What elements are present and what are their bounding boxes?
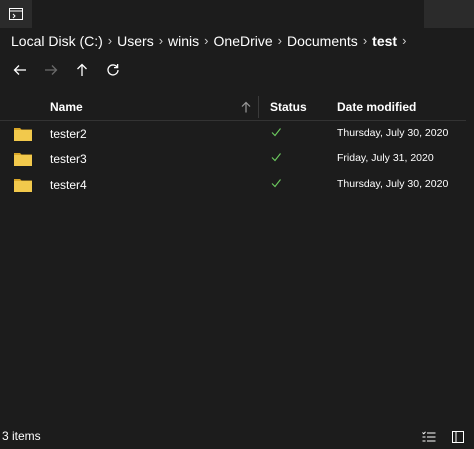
window-menu-button[interactable] — [0, 0, 32, 28]
refresh-button[interactable] — [103, 60, 123, 80]
file-name: tester4 — [50, 178, 87, 192]
tiles-view-button[interactable] — [448, 427, 468, 447]
breadcrumb-item[interactable]: winis — [168, 33, 199, 49]
chevron-right-icon[interactable]: › — [402, 33, 406, 48]
folder-icon — [14, 179, 32, 192]
file-name: tester2 — [50, 127, 87, 141]
chevron-right-icon[interactable]: › — [108, 33, 112, 48]
status-bar: 3 items — [0, 424, 474, 449]
title-bar — [0, 0, 474, 28]
breadcrumb-item[interactable]: Local Disk (C:) — [11, 33, 103, 49]
synced-check-icon — [271, 128, 281, 137]
sort-ascending-icon[interactable] — [240, 101, 252, 113]
column-header-status[interactable]: Status — [270, 100, 307, 114]
file-row[interactable]: tester3 Friday, July 31, 2020 — [0, 147, 466, 171]
column-header-date[interactable]: Date modified — [337, 100, 416, 114]
column-divider[interactable] — [258, 96, 259, 118]
details-view-button[interactable] — [419, 427, 439, 447]
tiles-view-icon — [452, 431, 464, 443]
file-row[interactable]: tester2 Thursday, July 30, 2020 — [0, 122, 466, 146]
chevron-right-icon[interactable]: › — [278, 33, 282, 48]
arrow-right-icon — [45, 65, 58, 75]
navigation-bar — [10, 60, 134, 80]
arrow-left-icon — [13, 65, 26, 75]
column-header-row: Name Status Date modified — [0, 96, 466, 118]
file-date: Thursday, July 30, 2020 — [337, 178, 449, 190]
folder-icon — [14, 153, 32, 166]
details-view-icon — [422, 431, 436, 442]
refresh-icon — [107, 64, 119, 76]
title-bar-button[interactable] — [424, 0, 474, 28]
breadcrumb-item[interactable]: Documents — [287, 33, 358, 49]
up-button[interactable] — [72, 60, 92, 80]
column-header-name[interactable]: Name — [50, 100, 83, 114]
chevron-right-icon[interactable]: › — [204, 33, 208, 48]
back-button[interactable] — [10, 60, 30, 80]
breadcrumb-item[interactable]: OneDrive — [214, 33, 273, 49]
file-date: Thursday, July 30, 2020 — [337, 127, 449, 139]
file-row[interactable]: tester4 Thursday, July 30, 2020 — [0, 173, 466, 197]
forward-button[interactable] — [41, 60, 61, 80]
folder-icon — [14, 128, 32, 141]
synced-check-icon — [271, 153, 281, 162]
header-divider — [0, 120, 466, 121]
synced-check-icon — [271, 179, 281, 188]
file-date: Friday, July 31, 2020 — [337, 152, 434, 164]
chevron-right-icon[interactable]: › — [363, 33, 367, 48]
breadcrumb-current[interactable]: test — [372, 33, 397, 49]
breadcrumb-item[interactable]: Users — [117, 33, 154, 49]
item-count: 3 items — [2, 429, 41, 443]
breadcrumb: Local Disk (C:) › Users › winis › OneDri… — [11, 31, 411, 51]
file-name: tester3 — [50, 152, 87, 166]
chevron-right-icon[interactable]: › — [159, 33, 163, 48]
arrow-up-icon — [77, 63, 87, 76]
window-icon — [9, 8, 23, 20]
